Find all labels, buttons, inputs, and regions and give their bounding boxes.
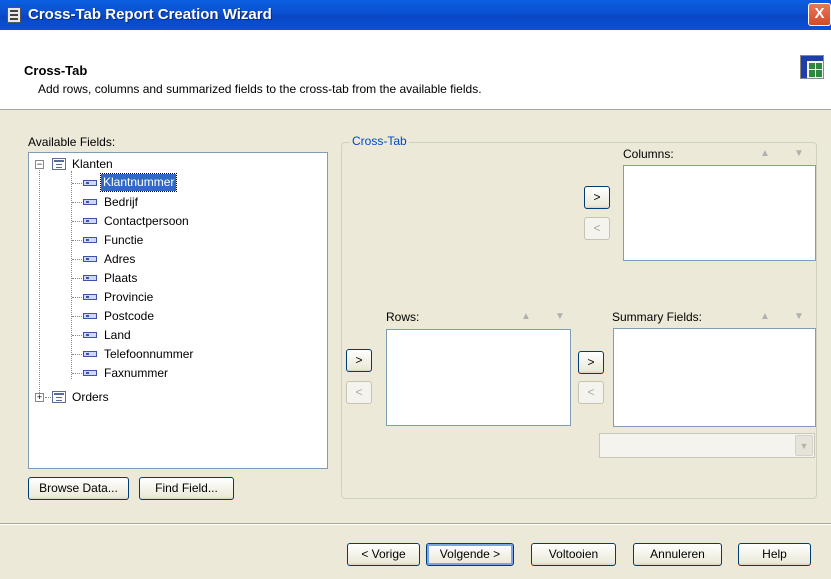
remove-from-rows-button[interactable]: < [346, 381, 372, 404]
tree-field-label: Contactpersoon [104, 214, 189, 228]
back-button[interactable]: < Vorige [347, 543, 420, 566]
field-icon [83, 180, 97, 186]
summary-move-up-icon[interactable]: ▲ [760, 311, 770, 322]
field-icon [83, 351, 97, 357]
rows-list[interactable] [386, 329, 571, 426]
field-icon [83, 237, 97, 243]
help-button[interactable]: Help [738, 543, 811, 566]
remove-from-summary-button[interactable]: < [578, 381, 604, 404]
available-fields-label: Available Fields: [28, 135, 116, 149]
columns-label: Columns: [623, 147, 674, 161]
columns-list[interactable] [623, 165, 816, 261]
tree-node-label: Klanten [72, 157, 113, 171]
table-icon [52, 158, 66, 170]
tree-field-label: Land [104, 328, 131, 342]
field-icon [83, 294, 97, 300]
table-icon [52, 391, 66, 403]
field-icon [83, 218, 97, 224]
wizard-header: Cross-Tab Add rows, columns and summariz… [0, 30, 831, 110]
field-icon [83, 332, 97, 338]
tree-field-label: Telefoonnummer [104, 347, 194, 361]
field-icon [83, 199, 97, 205]
browse-data-button[interactable]: Browse Data... [28, 477, 129, 500]
tree-node-label: Orders [72, 390, 109, 404]
summary-move-down-icon[interactable]: ▼ [794, 311, 804, 322]
app-icon [7, 7, 21, 23]
summary-fields-label: Summary Fields: [612, 310, 703, 324]
rows-move-down-icon[interactable]: ▼ [555, 311, 565, 322]
footer-divider [0, 523, 831, 525]
crosstab-group-label: Cross-Tab [350, 134, 409, 148]
available-fields-tree[interactable]: − Klanten Klantnummer Bedrijf Contactper… [28, 152, 328, 469]
columns-move-up-icon[interactable]: ▲ [760, 148, 770, 159]
expand-icon[interactable]: + [35, 393, 44, 402]
find-field-button[interactable]: Find Field... [139, 477, 234, 500]
collapse-icon[interactable]: − [35, 160, 44, 169]
window-title: Cross-Tab Report Creation Wizard [28, 6, 272, 23]
page-description: Add rows, columns and summarized fields … [38, 82, 482, 96]
tree-node-orders[interactable]: + Orders [29, 388, 319, 406]
tree-field-label: Postcode [104, 309, 155, 323]
columns-move-down-icon[interactable]: ▼ [794, 148, 804, 159]
next-button[interactable]: Volgende > [426, 543, 514, 566]
tree-field-label: Faxnummer [104, 366, 169, 380]
field-icon [83, 313, 97, 319]
cancel-button[interactable]: Annuleren [633, 543, 722, 566]
add-to-summary-button[interactable]: > [578, 351, 604, 374]
rows-label: Rows: [386, 310, 420, 324]
add-to-columns-button[interactable]: > [584, 186, 610, 209]
add-to-rows-button[interactable]: > [346, 349, 372, 372]
remove-from-columns-button[interactable]: < [584, 217, 610, 240]
field-icon [83, 370, 97, 376]
tree-field-label: Functie [104, 233, 144, 247]
page-title: Cross-Tab [24, 63, 88, 78]
field-icon [83, 256, 97, 262]
tree-field-label: Adres [104, 252, 136, 266]
chevron-down-icon[interactable]: ▼ [795, 435, 813, 456]
summary-operation-select[interactable]: ▼ [599, 433, 815, 458]
finish-button[interactable]: Voltooien [531, 543, 616, 566]
tree-field-label: Klantnummer [99, 173, 178, 192]
tree-field-label: Provincie [104, 290, 154, 304]
tree-field-label: Plaats [104, 271, 138, 285]
summary-fields-list[interactable] [613, 328, 816, 427]
field-icon [83, 275, 97, 281]
crosstab-icon [800, 55, 824, 79]
title-bar: Cross-Tab Report Creation Wizard X [0, 0, 831, 30]
rows-move-up-icon[interactable]: ▲ [521, 311, 531, 322]
close-button[interactable]: X [808, 3, 831, 26]
tree-node-klanten[interactable]: − Klanten [29, 155, 319, 173]
tree-field-label: Bedrijf [104, 195, 139, 209]
